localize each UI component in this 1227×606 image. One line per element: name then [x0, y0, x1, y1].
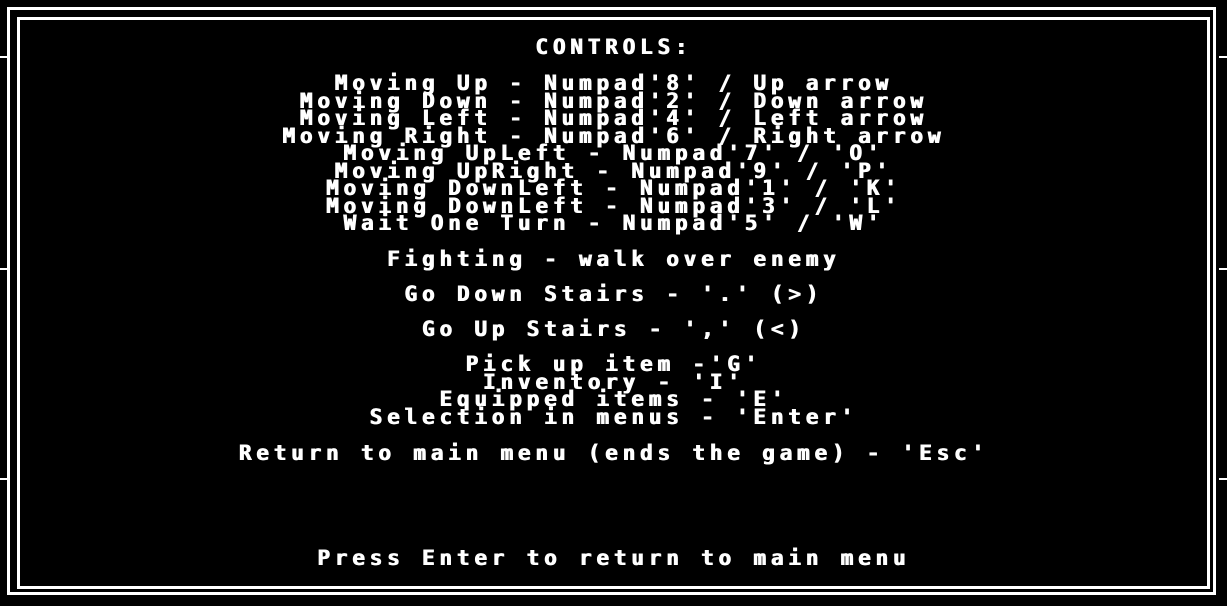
control-selection: Selection in menus - 'Enter' — [369, 405, 858, 429]
return-prompt[interactable]: Press Enter to return to main menu — [0, 548, 1227, 569]
border-tick — [0, 268, 8, 270]
control-return-main: Return to main menu (ends the game) - 'E… — [238, 441, 989, 465]
control-fighting: Fighting - walk over enemy — [386, 247, 841, 271]
border-tick — [1219, 56, 1227, 58]
border-tick — [0, 478, 8, 480]
control-wait: Wait One Turn - Numpad'5' / 'W' — [343, 211, 884, 235]
control-stairs-up: Go Up Stairs - ',' (<) — [421, 317, 806, 341]
border-tick — [0, 56, 8, 58]
border-tick — [1219, 268, 1227, 270]
controls-title: CONTROLS: — [535, 35, 692, 59]
control-stairs-down: Go Down Stairs - '.' (>) — [404, 282, 823, 306]
border-tick — [1219, 478, 1227, 480]
